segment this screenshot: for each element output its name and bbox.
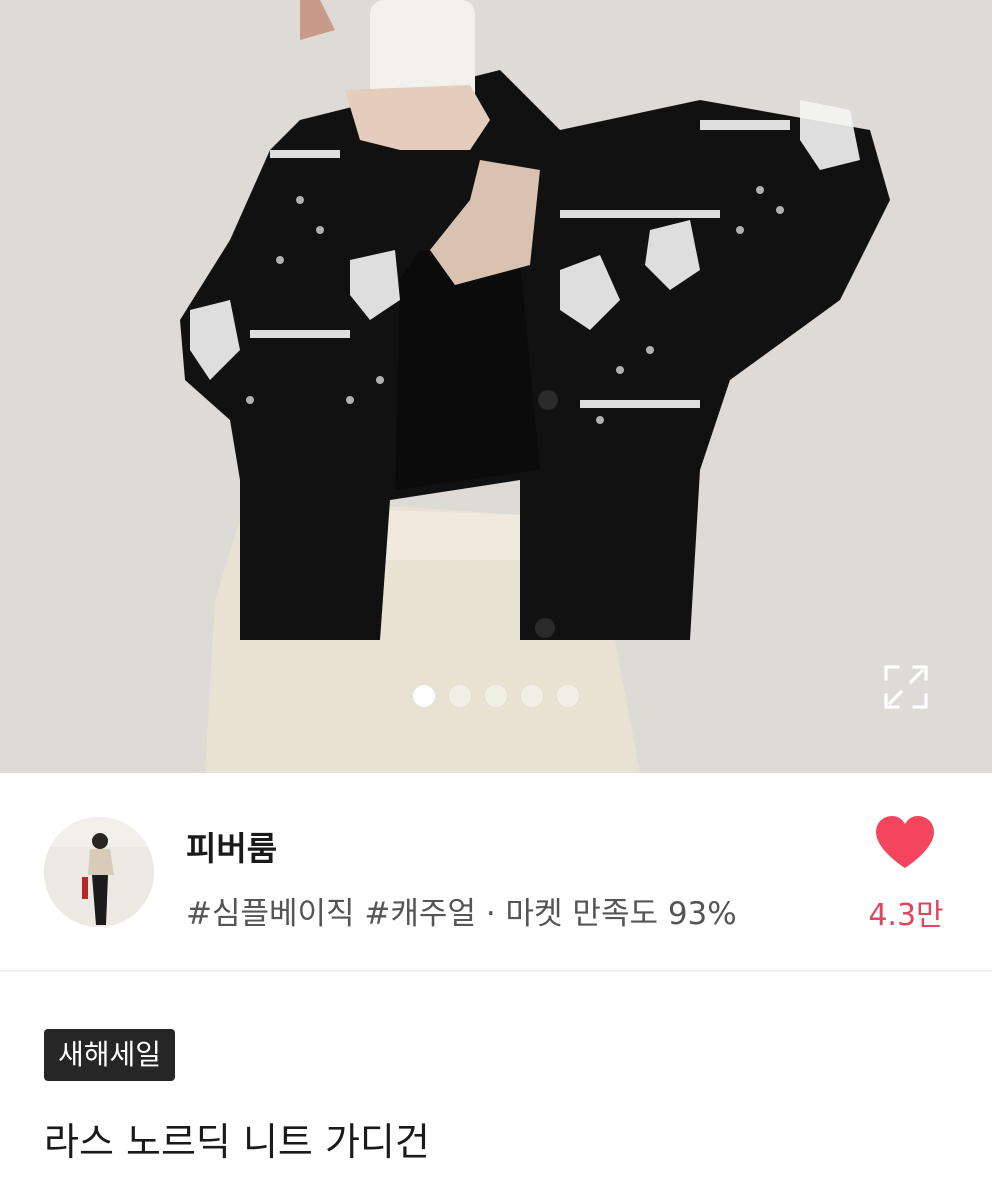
product-title: 라스 노르딕 니트 가디건 [44,1120,430,1164]
product-image-gallery[interactable] [0,0,992,773]
like-count: 4.3만 [868,898,944,933]
pagination-dot[interactable] [413,685,435,707]
avatar-image [44,817,154,927]
pagination-dot[interactable] [521,685,543,707]
heart-icon[interactable] [874,814,936,870]
gallery-pagination [413,685,579,707]
shop-name[interactable]: 피버룸 [186,822,277,870]
shop-tags: #심플베이직 #캐주얼 · 마켓 만족도 93% [186,896,737,932]
product-photo [0,0,992,773]
shop-avatar[interactable] [44,817,154,927]
pagination-dot[interactable] [557,685,579,707]
expand-icon[interactable] [882,663,930,711]
pagination-dot[interactable] [485,685,507,707]
sale-badge: 새해세일 [44,1029,176,1081]
section-divider [0,970,992,972]
pagination-dot[interactable] [449,685,471,707]
